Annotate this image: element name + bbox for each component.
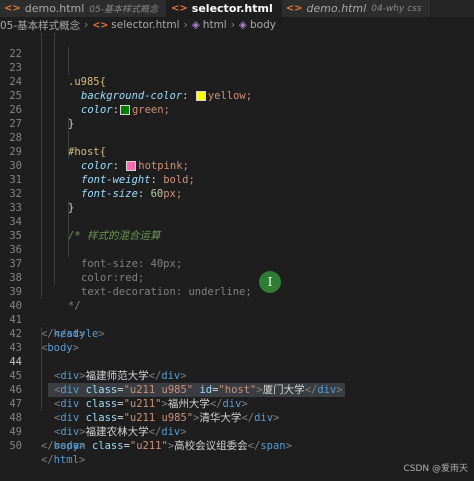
code-editor[interactable]: 22 .u985{ 23 background-color: yellow; 2…	[0, 33, 474, 479]
code-line: 24 color: green;	[0, 61, 474, 116]
code-line: 28 color: hotpink;	[0, 117, 474, 172]
code-line: 38 */	[0, 257, 474, 312]
watermark: CSDN @爱雨天	[403, 464, 468, 474]
code-line: 41 </head>	[0, 299, 474, 340]
code-line: 45 <div class="u211">福州大学</div>	[0, 355, 474, 410]
tab-hint: 05-基本样式概念	[89, 5, 159, 15]
html-file-icon: <>	[171, 3, 188, 14]
chevron-right-icon: ›	[183, 19, 188, 31]
code-line: 48 <span class="u211">高校会议组委会</span>	[0, 397, 474, 452]
code-line: 33 /* 样式的混合运算	[0, 187, 474, 242]
tab-label: demo.html	[24, 2, 85, 15]
text-cursor-icon: I	[259, 271, 281, 293]
html-file-icon: <>	[4, 3, 21, 14]
element-icon: ◈	[238, 19, 247, 31]
breadcrumb-folder[interactable]: 05-基本样式概念	[0, 18, 80, 33]
html-tag: html	[53, 454, 79, 466]
code-line: 39	[0, 271, 474, 298]
chevron-right-icon: ›	[84, 19, 89, 31]
code-line: 26	[0, 89, 474, 116]
code-line: 25 }	[0, 75, 474, 130]
code-line: 37 text-decoration: underline;	[0, 243, 474, 298]
code-line: 32	[0, 173, 474, 200]
breadcrumb-file[interactable]: selector.html	[111, 19, 179, 31]
tab-selector-html[interactable]: <> selector.html	[167, 0, 282, 17]
code-line: 42 <body>	[0, 313, 474, 354]
breadcrumb-body[interactable]: body	[250, 19, 276, 31]
code-line: 27 #host{	[0, 103, 474, 158]
line-number: 50	[9, 440, 22, 452]
breadcrumb: 05-基本样式概念 › <> selector.html › ◈ html › …	[0, 17, 474, 33]
code-line: 30 font-size: 60px;	[0, 145, 474, 200]
html-file-icon: <>	[285, 3, 303, 14]
editor-tab-bar: <> demo.html 05-基本样式概念 <> selector.html …	[0, 0, 474, 17]
html-tag: body	[53, 440, 79, 452]
code-line: 49 </body>	[0, 411, 474, 452]
code-line: 40 </style>	[0, 285, 474, 340]
code-line: 46 <div class="u211 u985">清华大学</div>	[0, 369, 474, 424]
element-content: 高校会议组委会	[174, 440, 248, 452]
code-line: 47 <div>福建农林大学</div>	[0, 383, 474, 438]
chevron-right-icon: ›	[230, 19, 235, 31]
tab-hint: 04-why css	[371, 3, 422, 14]
tab-label: demo.html	[306, 2, 367, 15]
tab-demo-html-05[interactable]: <> demo.html 05-基本样式概念	[0, 0, 168, 17]
code-line: 29 font-weight: bold;	[0, 131, 474, 186]
tab-demo-html-04[interactable]: <> demo.html 04-why css	[281, 0, 431, 17]
code-line: 35 font-size: 40px;	[0, 215, 474, 270]
code-line: 43 <div>福建师范大学</div>	[0, 327, 474, 382]
code-line: 36 color:red;	[0, 229, 474, 284]
code-line: 22 .u985{	[0, 33, 474, 88]
code-line: 34	[0, 201, 474, 228]
html-file-icon: <>	[92, 19, 109, 31]
code-line-current: 44 <div class="u211 u985" id="host">厦门大学…	[0, 341, 474, 397]
code-line: 50 </html>	[0, 425, 474, 466]
element-icon: ◈	[191, 19, 200, 31]
code-line: 31 }	[0, 159, 474, 214]
breadcrumb-html[interactable]: html	[203, 19, 227, 31]
code-line: 23 background-color: yellow;	[0, 47, 474, 102]
tab-label: selector.html	[191, 2, 273, 15]
